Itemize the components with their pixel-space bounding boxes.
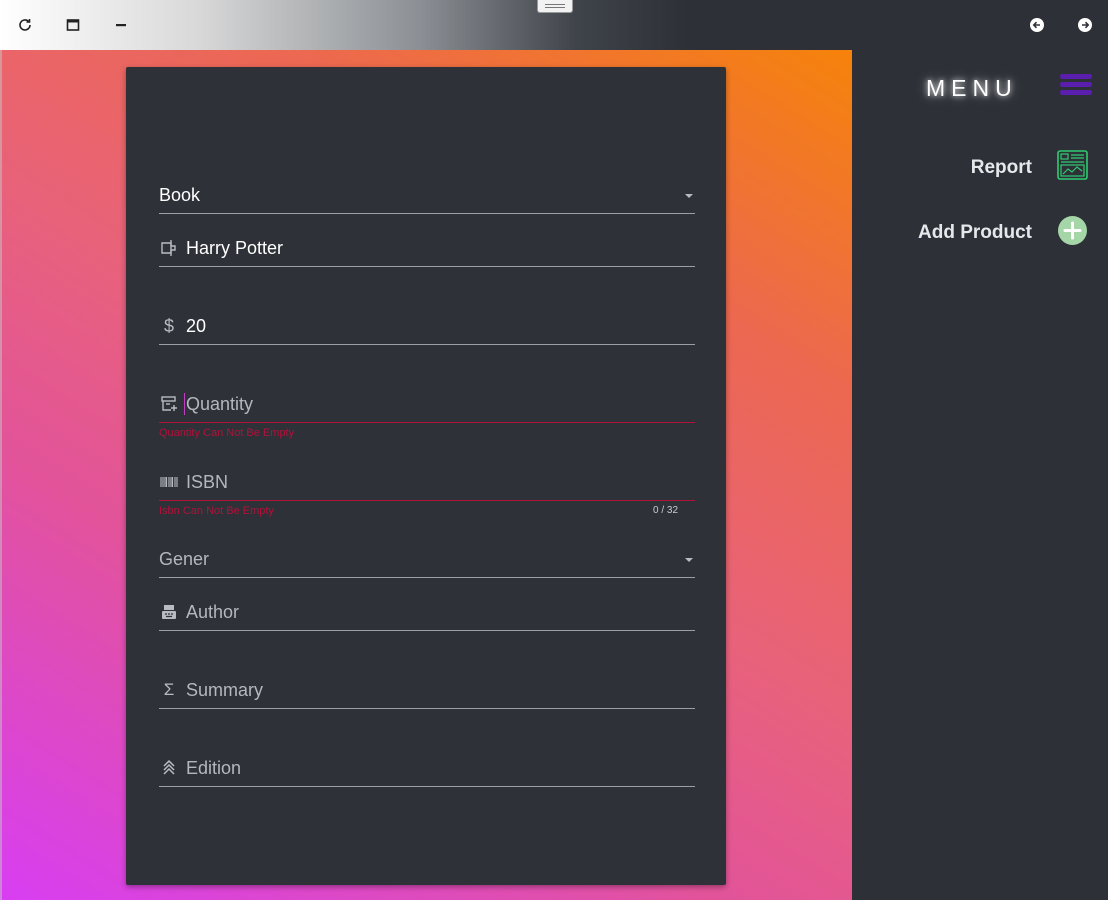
sidebar-item-label: Report bbox=[970, 156, 1032, 178]
barcode-icon bbox=[159, 472, 179, 492]
back-arrow-icon[interactable] bbox=[1025, 13, 1049, 37]
menu-title: MENU bbox=[926, 75, 1018, 101]
quantity-error: Quantity Can Not Be Empty bbox=[159, 427, 295, 439]
edition-placeholder: Edition bbox=[186, 758, 242, 778]
genre-placeholder: Gener bbox=[159, 549, 210, 569]
sidebar: MENU Report Add Product bbox=[852, 50, 1108, 900]
isbn-char-counter: 0 / 32 bbox=[653, 505, 679, 516]
forward-arrow-icon[interactable] bbox=[1073, 13, 1097, 37]
quantity-field[interactable]: Quantity bbox=[159, 387, 695, 423]
isbn-error: Isbn Can Not Be Empty bbox=[159, 505, 274, 517]
minimize-icon[interactable] bbox=[109, 13, 133, 37]
inventory-icon bbox=[159, 394, 179, 414]
refresh-icon[interactable] bbox=[13, 13, 37, 37]
chevrons-up-icon bbox=[159, 758, 179, 778]
price-value: 20 bbox=[186, 316, 207, 336]
author-field[interactable]: Author bbox=[159, 595, 695, 631]
window-edge bbox=[0, 50, 2, 900]
product-form-card: Book Harry Potter $ 20 Quantity Quantity… bbox=[126, 67, 726, 885]
quantity-placeholder: Quantity bbox=[186, 394, 254, 414]
tag-icon bbox=[159, 238, 179, 258]
typewriter-icon bbox=[159, 602, 179, 622]
report-icon bbox=[1057, 150, 1088, 185]
title-bar bbox=[0, 0, 1108, 50]
sidebar-item-report[interactable]: Report bbox=[971, 150, 1088, 185]
product-type-value: Book bbox=[159, 185, 201, 205]
author-placeholder: Author bbox=[186, 602, 240, 622]
genre-select[interactable]: Gener bbox=[159, 542, 695, 578]
isbn-field[interactable]: ISBN bbox=[159, 465, 695, 501]
sidebar-item-label: Add Product bbox=[918, 222, 1032, 243]
add-circle-icon bbox=[1057, 215, 1088, 251]
price-field[interactable]: $ 20 bbox=[159, 309, 695, 345]
product-type-select[interactable]: Book bbox=[159, 178, 695, 214]
chevron-down-icon bbox=[685, 194, 693, 198]
text-cursor bbox=[184, 393, 185, 415]
hamburger-menu-icon[interactable] bbox=[1060, 72, 1092, 103]
name-field[interactable]: Harry Potter bbox=[159, 231, 695, 267]
drag-handle[interactable] bbox=[537, 0, 573, 13]
isbn-placeholder: ISBN bbox=[186, 472, 229, 492]
sidebar-item-add-product[interactable]: Add Product bbox=[918, 215, 1088, 251]
sigma-icon: Σ bbox=[163, 680, 175, 699]
name-value: Harry Potter bbox=[186, 238, 284, 258]
summary-field[interactable]: Σ Summary bbox=[159, 673, 695, 709]
chevron-down-icon bbox=[685, 558, 693, 562]
dollar-icon: $ bbox=[163, 315, 174, 336]
summary-placeholder: Summary bbox=[186, 680, 264, 700]
edition-field[interactable]: Edition bbox=[159, 751, 695, 787]
maximize-icon[interactable] bbox=[61, 13, 85, 37]
